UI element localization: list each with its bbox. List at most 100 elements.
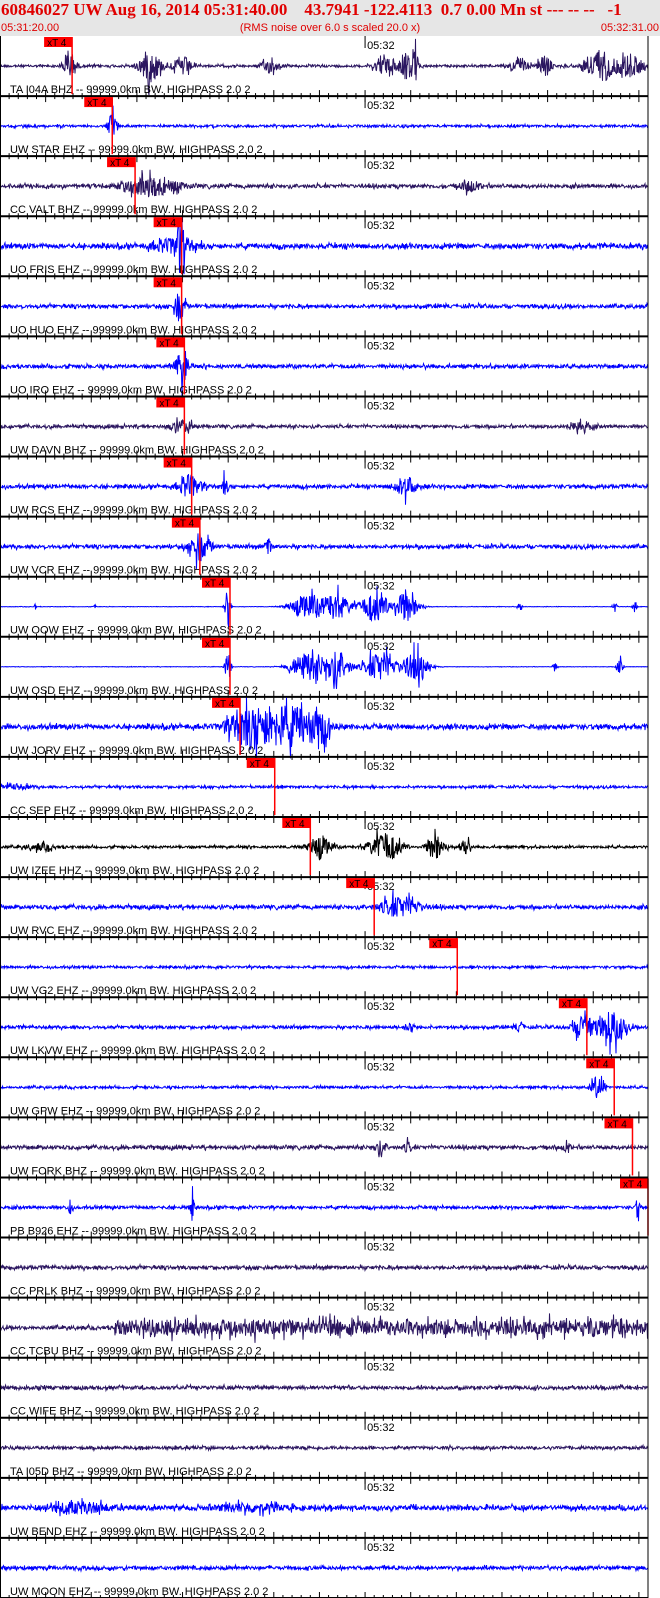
time-tick-label: 05:32 <box>367 941 395 953</box>
time-tick-label: 05:32 <box>367 1302 395 1314</box>
waveform-line <box>0 642 648 689</box>
station-label: UO FRIS EHZ -- 99999.0km BW. HIGHPASS 2.… <box>10 264 257 276</box>
trace-panel: 05:32UW JORV EHZ -- 99999.0km BW. HIGHPA… <box>0 696 649 763</box>
station-label: UW IZEE HHZ -- 99999.0km BW. HIGHPASS 2.… <box>10 865 259 877</box>
event-title: 60846027 UW Aug 16, 2014 05:31:40.00 43.… <box>1 0 622 19</box>
waveform-line <box>0 963 649 971</box>
pick-label: xT 4 <box>623 1179 643 1190</box>
waveform-line <box>0 1498 649 1517</box>
time-tick-label: 05:32 <box>367 461 395 473</box>
station-label: CC TCBU BHZ -- 99999.0km BW. HIGHPASS 2.… <box>10 1346 261 1358</box>
waveform-line <box>0 828 649 861</box>
waveform-line <box>0 584 649 627</box>
trace-panel: 05:32 UW OSD EHZ -- 99999.0km BW. HIGHPAS… <box>0 636 649 703</box>
trace-panel: 05:32 CC TCBU BHZ -- 99999.0km BW. HIGHPA… <box>0 1297 649 1364</box>
time-tick-label: 05:32 <box>367 1362 395 1374</box>
pick-label: xT 4 <box>589 1059 609 1070</box>
trace-panel: 05:32 CC WIFE BHZ -- 99999.0km BW. HIGHPA… <box>0 1357 649 1424</box>
pick-label: xT 4 <box>205 579 225 590</box>
trace-panel: 05:32 TA I05D BHZ -- 99999.0km BW. HIGHPA… <box>0 1417 649 1484</box>
pick-label: xT 4 <box>205 639 225 650</box>
time-tick-label: 05:32 <box>367 581 395 593</box>
trace-panel: 05:32 UW RCS EHZ -- 99999.0km BW. HIGHPAS… <box>0 456 649 523</box>
time-tick-label: 05:32 <box>367 821 395 833</box>
time-tick-label: 05:32 <box>367 400 395 412</box>
trace-panel: 05:32UW VG2 EHZ -- 99999.0km BW. HIGHPAS… <box>0 937 649 1004</box>
pick-label: xT 4 <box>562 999 582 1010</box>
pick-label: xT 4 <box>175 519 195 530</box>
station-label: UW MOON EHZ -- 99999.0km BW. HIGHPASS 2.… <box>10 1586 268 1598</box>
station-label: UW RCS EHZ -- 99999.0km BW. HIGHPASS 2.0… <box>10 505 257 517</box>
waveform-line <box>0 532 649 569</box>
trace-panel: 05:32 CC VALT BHZ -- 99999.0km BW. HIGHPA… <box>0 156 649 223</box>
pick-label: xT 4 <box>47 38 67 49</box>
pick-label: xT 4 <box>87 98 107 109</box>
time-tick-label: 05:32 <box>367 160 395 172</box>
waveform-line <box>0 105 649 135</box>
time-tick-label: 05:32 <box>367 1542 395 1554</box>
time-tick-label: 05:32 <box>367 701 395 713</box>
pick-label: xT 4 <box>110 158 130 169</box>
waveform-line <box>0 1382 649 1393</box>
end-time: 05:32:31.00 <box>600 22 659 34</box>
station-label: CC PRLK BHZ -- 99999.0km BW. HIGHPASS 2.… <box>10 1286 260 1298</box>
time-tick-label: 05:32 <box>367 280 395 292</box>
waveform-line <box>0 1186 649 1222</box>
trace-panel: 05:32UW BEND EHZ -- 99999.0km BW. HIGHPA… <box>0 1477 649 1544</box>
pick-label: xT 4 <box>167 459 187 470</box>
station-label: TA I05D BHZ -- 99999.0km BW. HIGHPASS 2.… <box>10 1466 252 1478</box>
trace-panel: 05:32 UW STAR EHZ -- 99999.0km BW. HIGHPA… <box>0 96 649 163</box>
waveform-line <box>0 1075 649 1098</box>
station-label: UW VCR EHZ -- 99999.0km BW. HIGHPASS 2.0… <box>10 565 257 577</box>
time-tick-label: 05:32 <box>367 521 395 533</box>
trace-panel: 05:32 UO FRIS EHZ -- 99999.0km BW. HIGHPA… <box>0 216 649 283</box>
trace-panel: 05:32 UO IRO EHZ -- 99999.0km BW. HIGHPAS… <box>0 336 649 403</box>
time-tick-label: 05:32 <box>367 1061 395 1073</box>
rms-note: (RMS noise over 6.0 s scaled 20.0 x) <box>239 22 421 34</box>
station-label: UW STAR EHZ -- 99999.0km BW. HIGHPASS 2.… <box>10 144 263 156</box>
station-label: UW LKVW EHZ -- 99999.0km BW. HIGHPASS 2.… <box>10 1045 265 1057</box>
time-tick-label: 05:32 <box>367 761 395 773</box>
waveform-line <box>0 169 649 198</box>
waveform-line <box>0 1262 649 1273</box>
time-tick-label: 05:32 <box>367 340 395 352</box>
time-tick-label: 05:32 <box>367 641 395 653</box>
station-label: UO IRO EHZ -- 99999.0km BW. HIGHPASS 2.0… <box>10 384 252 396</box>
time-tick-label: 05:32 <box>367 1121 395 1133</box>
waveform-line <box>0 417 649 435</box>
pick-label: xT 4 <box>159 398 179 409</box>
time-tick-label: 05:32 <box>367 40 395 52</box>
pick-label: xT 4 <box>250 759 270 770</box>
station-label: UW OOW EHZ -- 99999.0km BW. HIGHPASS 2.0… <box>10 625 262 637</box>
trace-panel: 05:32 UO HUO EHZ -- 99999.0km BW. HIGHPAS… <box>0 276 649 343</box>
trace-panel: 05:32 UW GPW EHZ -- 99999.0km BW. HIGHPAS… <box>0 1057 649 1124</box>
waveform-line <box>0 1313 649 1343</box>
trace-panel: 05:32 UW OOW EHZ -- 99999.0km BW. HIGHPAS… <box>0 576 649 643</box>
waveform-line <box>0 470 649 505</box>
time-tick-label: 05:32 <box>367 100 395 112</box>
station-label: UW GPW EHZ -- 99999.0km BW. HIGHPASS 2.0… <box>10 1105 260 1117</box>
time-tick-label: 05:32 <box>367 1001 395 1013</box>
station-label: UW RVC EHZ -- 99999.0km BW. HIGHPASS 2.0… <box>10 925 257 937</box>
time-tick-label: 05:32 <box>367 1422 395 1434</box>
trace-panel: 05:32 UW LKVW EHZ -- 99999.0km BW. HIGHPA… <box>0 997 649 1064</box>
station-label: UW OSD EHZ -- 99999.0km BW. HIGHPASS 2.0… <box>10 685 258 697</box>
trace-panel: 05:32 CC PRLK BHZ -- 99999.0km BW. HIGHPA… <box>0 1237 649 1304</box>
time-tick-label: 05:32 <box>367 1181 395 1193</box>
seismogram-plot: 05:32TA I04A BHZ -- 99999.0km BW. HIGHPA… <box>0 36 649 1598</box>
pick-label: xT 4 <box>157 218 177 229</box>
waveform-line <box>0 782 649 792</box>
pick-label: xT 4 <box>349 879 369 890</box>
waveform-line <box>0 889 649 917</box>
time-tick-label: 05:32 <box>367 220 395 232</box>
trace-panel: 05:32UW FORK BHZ -- 99999.0km BW. HIGHPA… <box>0 1117 649 1184</box>
station-label: UO HUO EHZ -- 99999.0km BW. HIGHPASS 2.0… <box>10 324 257 336</box>
pick-label: xT 4 <box>215 699 235 710</box>
time-tick-label: 05:32 <box>367 1242 395 1254</box>
trace-panel: 05:32TA I04A BHZ -- 99999.0km BW. HIGHPA… <box>0 36 649 103</box>
trace-panel: 05:32 UW MOON EHZ -- 99999.0km BW. HIGHPA… <box>0 1537 649 1598</box>
waveform-line <box>0 1563 648 1573</box>
pick-label: xT 4 <box>285 819 305 830</box>
time-tick-label: 05:32 <box>367 1482 395 1494</box>
trace-panel: 05:32 CC SEP EHZ -- 99999.0km BW. HIGHPAS… <box>0 756 649 823</box>
